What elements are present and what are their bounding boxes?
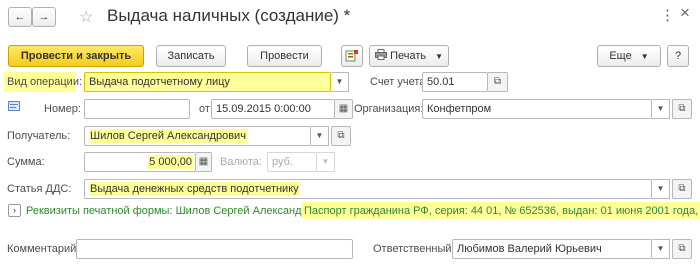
- back-button[interactable]: ←: [8, 7, 32, 27]
- number-input[interactable]: [84, 99, 190, 119]
- chevron-down-icon[interactable]: ▼: [652, 179, 670, 199]
- calendar-icon[interactable]: ▦: [335, 99, 353, 119]
- chevron-down-icon[interactable]: ▼: [311, 126, 329, 146]
- calculator-icon[interactable]: ▦: [196, 152, 212, 172]
- amount-label: Сумма:: [7, 156, 45, 168]
- arrow-left-icon: ←: [14, 11, 26, 23]
- open-link-icon[interactable]: ⧉: [672, 99, 692, 119]
- number-label: Номер:: [44, 103, 81, 115]
- organization-label: Организация:: [354, 103, 424, 115]
- print-details-prefix: Реквизиты печатной формы: Шилов Сергей А…: [26, 205, 335, 217]
- operation-label: Вид операции:: [7, 76, 83, 88]
- post-button[interactable]: Провести: [247, 45, 322, 67]
- recipient-input[interactable]: Шилов Сергей Александрович: [84, 126, 311, 146]
- comment-label: Комментарий:: [7, 243, 80, 255]
- chevron-down-icon: ▼: [435, 52, 444, 61]
- page-title: Выдача наличных (создание) *: [107, 6, 351, 25]
- open-link-icon[interactable]: ⧉: [331, 126, 351, 146]
- responsible-label: Ответственный:: [373, 243, 455, 255]
- more-label: Еще: [609, 50, 632, 62]
- post-and-close-button[interactable]: Провести и закрыть: [8, 45, 144, 67]
- currency-label: Валюта:: [220, 156, 262, 168]
- dds-input[interactable]: Выдача денежных средств подотчетнику: [84, 179, 652, 199]
- document-number-icon: [8, 101, 20, 114]
- favorite-star-icon[interactable]: ☆: [79, 7, 93, 27]
- passport-details: Паспорт гражданина РФ, серия: 44 01, № 6…: [304, 205, 700, 217]
- more-actions-button[interactable]: Еще ▼: [597, 45, 661, 67]
- dt-kt-button[interactable]: [341, 45, 363, 67]
- account-input[interactable]: 50.01: [422, 72, 488, 92]
- responsible-input[interactable]: Любимов Валерий Юрьевич: [452, 239, 652, 259]
- dds-value: Выдача денежных средств подотчетнику: [89, 182, 300, 196]
- open-link-icon[interactable]: ⧉: [672, 239, 692, 259]
- chevron-down-icon[interactable]: ▼: [331, 72, 349, 92]
- print-label: Печать: [390, 50, 427, 62]
- help-button[interactable]: ?: [667, 45, 689, 67]
- print-menu-button[interactable]: Печать ▼: [369, 45, 449, 67]
- chevron-down-icon[interactable]: ▼: [652, 239, 670, 259]
- operation-type-select[interactable]: Выдача подотчетному лицу: [84, 72, 331, 92]
- date-input[interactable]: 15.09.2015 0:00:00: [211, 99, 335, 119]
- printer-icon: [375, 49, 387, 60]
- dds-label: Статья ДДС:: [7, 183, 72, 195]
- open-link-icon[interactable]: ⧉: [672, 179, 692, 199]
- journal-entries-icon: [345, 50, 358, 62]
- more-menu-icon[interactable]: ⋮: [660, 6, 675, 24]
- save-button[interactable]: Записать: [156, 45, 226, 67]
- recipient-value: Шилов Сергей Александрович: [89, 129, 247, 143]
- chevron-down-icon: ▼: [317, 152, 335, 172]
- account-label: Счет учета:: [370, 76, 429, 88]
- recipient-label: Получатель:: [7, 130, 71, 142]
- amount-value: 5 000,00: [148, 155, 193, 169]
- print-details-link[interactable]: Реквизиты печатной формы: Шилов Сергей А…: [26, 205, 335, 217]
- comment-input[interactable]: [76, 239, 353, 259]
- expand-icon[interactable]: ›: [8, 204, 21, 217]
- forward-button[interactable]: →: [32, 7, 56, 27]
- arrow-right-icon: →: [38, 11, 50, 23]
- chevron-down-icon: ▼: [640, 52, 649, 61]
- chevron-down-icon[interactable]: ▼: [652, 99, 670, 119]
- currency-input: руб.: [267, 152, 317, 172]
- organization-input[interactable]: Конфетпром: [422, 99, 652, 119]
- close-icon[interactable]: ×: [680, 3, 690, 23]
- amount-input[interactable]: 5 000,00: [84, 152, 196, 172]
- open-link-icon[interactable]: ⧉: [488, 72, 508, 92]
